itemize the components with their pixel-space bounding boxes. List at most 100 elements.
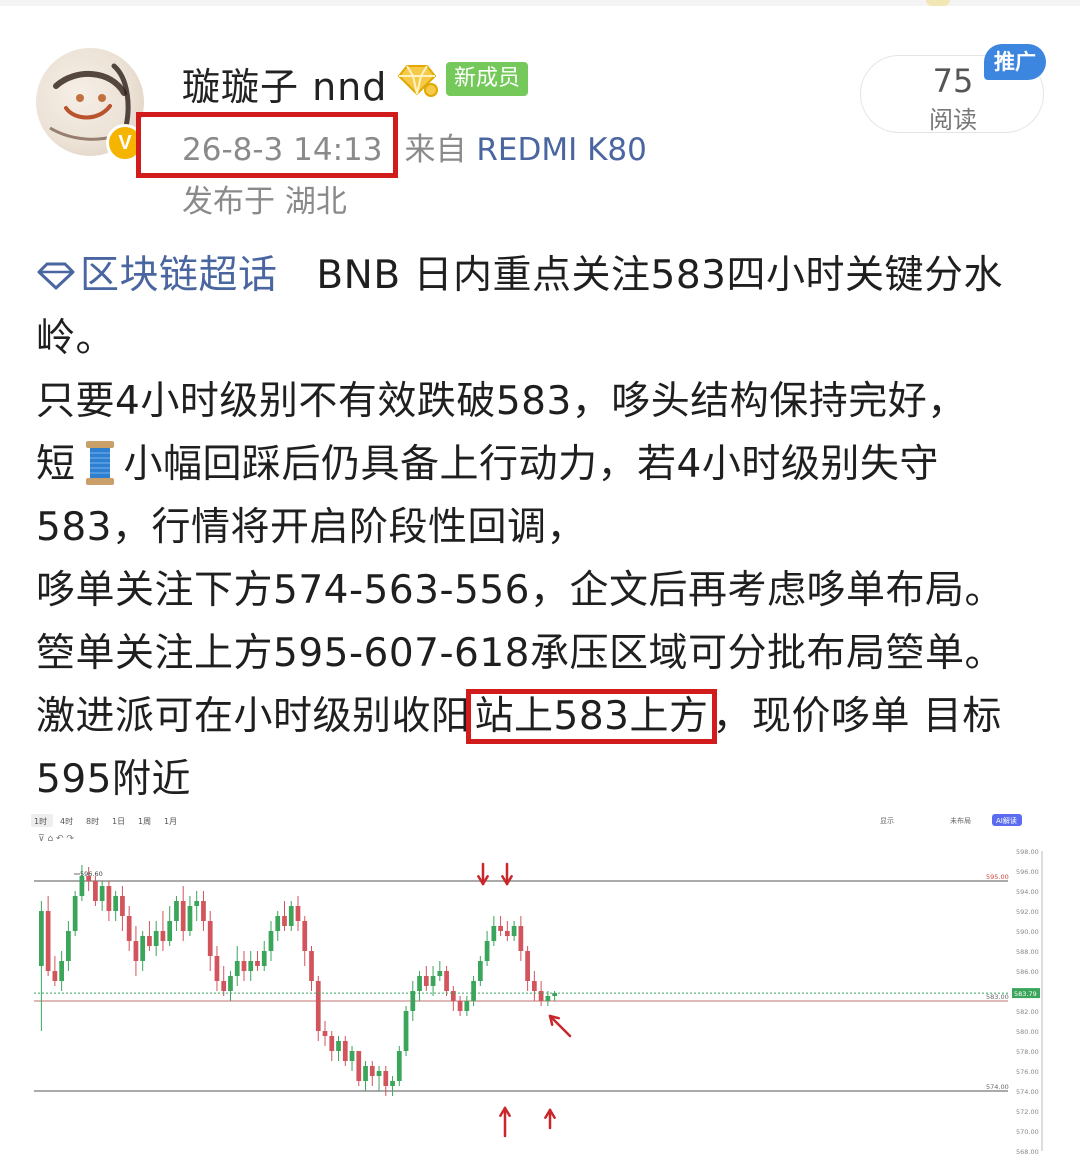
candle-body: [174, 901, 179, 921]
candle-body: [532, 981, 537, 991]
post-line: 短: [36, 442, 76, 487]
y-tick-label: 590.00: [1016, 928, 1039, 936]
candle-body: [214, 956, 220, 981]
candle-body: [315, 981, 321, 1031]
candle-body: [228, 976, 233, 991]
read-label: 阅读: [929, 106, 977, 134]
interval-tab: 8时: [86, 816, 99, 826]
candle-body: [133, 941, 139, 961]
candle-body: [383, 1071, 389, 1086]
candle-body: [349, 1051, 355, 1061]
post-line: 激进派可在小时级别收阳: [36, 694, 471, 739]
price-chart-image[interactable]: 1时 4时 8时 1日 1周 1月 ⊽ ⌂ ↶ ↷ 显示 未布局 AI解读 598.00 596.00…: [30, 806, 1050, 1160]
candle-body: [329, 1036, 335, 1051]
candle-body: [477, 961, 483, 981]
y-tick-label: 586.00: [1016, 968, 1039, 976]
high-price-label: 596.60: [80, 870, 103, 878]
candle-body: [248, 961, 254, 971]
candle-body: [417, 976, 422, 991]
top-separator: [0, 0, 1080, 6]
candle-body: [322, 1031, 328, 1036]
topic-link[interactable]: 区块链超话: [36, 253, 290, 298]
candle-body: [221, 981, 227, 991]
toolbar-item: 未布局: [950, 816, 971, 825]
candle-body: [167, 921, 173, 941]
post-line: 小幅回踩后仍具备上行动力，若4小时级别失守: [123, 442, 939, 487]
candle-body: [160, 931, 166, 941]
candle-body: [498, 926, 503, 931]
candle-body: [113, 896, 119, 911]
toolbar-item: 显示: [880, 817, 894, 825]
candle-body: [99, 886, 105, 901]
candle-body: [180, 901, 186, 931]
interval-tab: 1日: [112, 817, 125, 826]
candle-body: [282, 916, 287, 926]
y-tick-label: 578.00: [1016, 1048, 1039, 1056]
candle-body: [59, 961, 64, 981]
interval-tab: 1时: [34, 816, 47, 826]
promote-badge[interactable]: 推广: [984, 44, 1046, 80]
author-name[interactable]: 璇璇子 nnd: [182, 56, 387, 111]
candle-body: [93, 881, 98, 901]
y-tick-label: 572.00: [1016, 1108, 1039, 1116]
highlighted-phrase: 站上583上方: [465, 689, 718, 744]
candle-body: [511, 926, 517, 936]
candle-body: [79, 876, 85, 896]
interval-tab: 4时: [60, 816, 73, 826]
candle-body: [342, 1041, 348, 1061]
supertopic-diamond-icon: [37, 262, 75, 290]
post-line: 595附近: [36, 757, 191, 802]
candle-body: [430, 976, 436, 986]
candle-body: [241, 961, 247, 971]
top-decoration: [926, 0, 950, 6]
annotation-arrow: [548, 1014, 572, 1038]
candle-body: [518, 926, 524, 951]
candle-body: [450, 991, 456, 1001]
candle-body: [106, 886, 112, 911]
y-tick-label: 582.00: [1016, 1008, 1039, 1016]
y-tick-label: 596.00: [1016, 868, 1039, 876]
candle-body: [275, 916, 281, 931]
post-line: BNB 日内重点关注583四小时关键分水: [316, 253, 1003, 298]
diamond-level-icon: [395, 62, 439, 98]
candle-body: [126, 916, 132, 941]
candle-body: [39, 911, 44, 966]
source-label: 来自: [404, 132, 467, 168]
y-tick-label: 588.00: [1016, 948, 1039, 956]
topic-label[interactable]: 区块链超话: [80, 253, 278, 298]
device-link[interactable]: REDMI K80: [476, 132, 647, 168]
y-tick-label: 574.00: [1016, 1088, 1039, 1096]
candle-body: [484, 941, 490, 961]
y-tick-label: 576.00: [1016, 1068, 1039, 1076]
chart-tools-icons: ⊽ ⌂ ↶ ↷: [38, 834, 74, 844]
y-tick-label: 592.00: [1016, 908, 1039, 916]
candle-body: [356, 1051, 362, 1081]
post-location: 发布于 湖北: [182, 184, 347, 220]
candle-body: [491, 926, 497, 941]
candle-body: [207, 921, 213, 956]
post-line: 岭。: [36, 316, 116, 361]
post-line: 哆单关注下方574-563-556，企文后再考虑哆单布局。: [36, 568, 1004, 613]
post-line: 只要4小时级别不有效跌破583，哆头结构保持完好，: [36, 379, 967, 424]
y-tick-label: 580.00: [1016, 1028, 1039, 1036]
ai-button-label: AI解读: [996, 816, 1017, 825]
candle-body: [234, 961, 240, 976]
post-line: 箜单关注上方595-607-618承压区域可分批布局箜单。: [36, 631, 1004, 676]
candle-body: [464, 1001, 470, 1011]
current-price-tag: 583.79: [1014, 990, 1037, 998]
candle-body: [457, 1001, 463, 1011]
candle-body: [538, 991, 544, 1001]
y-tick-label: 570.00: [1016, 1128, 1039, 1136]
candle-body: [437, 971, 443, 976]
candle-body: [268, 931, 274, 951]
level-label: 583.00: [986, 993, 1009, 1001]
y-tick-label: 598.00: [1016, 848, 1039, 856]
candle-body: [504, 931, 510, 936]
new-member-badge: 新成员: [446, 62, 529, 96]
candle-body: [336, 1041, 341, 1051]
candle-body: [525, 951, 530, 981]
candle-body: [545, 996, 551, 1001]
candle-body: [201, 901, 206, 921]
y-tick-label: 568.00: [1016, 1148, 1039, 1156]
candle-body: [369, 1066, 375, 1076]
